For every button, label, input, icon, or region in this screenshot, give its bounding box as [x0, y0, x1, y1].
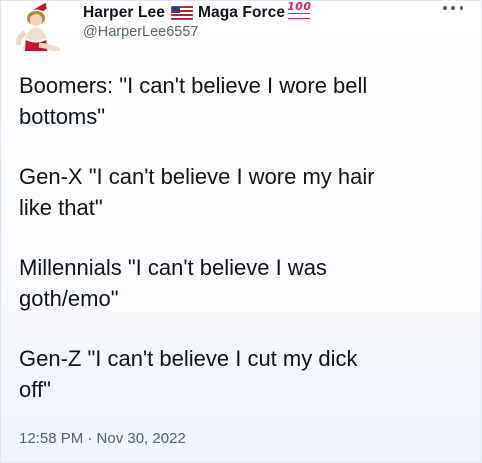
tweet-text: Boomers: "I can't believe I wore bell bo…: [19, 70, 474, 434]
avatar-image: [16, 3, 61, 51]
more-options-icon[interactable]: [443, 3, 463, 13]
hundred-points-icon: 100: [287, 1, 311, 19]
tweet-paragraph-genx: Gen-X "I can't believe I wore my hair li…: [19, 164, 375, 220]
hundred-points-text: 100: [287, 0, 312, 13]
tweet-timestamp[interactable]: 12:58 PM · Nov 30, 2022: [19, 430, 186, 447]
more-dot: [443, 6, 447, 10]
avatar[interactable]: [9, 1, 65, 51]
tweet-paragraph-genz: Gen-Z "I can't believe I cut my dick off…: [19, 346, 358, 402]
tweet-card: Harper Lee Maga Force 100 @HarperLee6557…: [0, 0, 482, 463]
author-handle[interactable]: @HarperLee6557: [83, 24, 199, 40]
more-dot: [459, 6, 463, 10]
us-flag-icon: [170, 5, 194, 21]
tweet-paragraph-boomers: Boomers: "I can't believe I wore bell bo…: [19, 73, 368, 129]
display-name-suffix[interactable]: Maga Force: [198, 4, 285, 22]
display-name[interactable]: Harper Lee: [83, 4, 165, 22]
tweet-paragraph-millennials: Millennials "I can't believe I was goth/…: [19, 255, 327, 311]
author-name-row[interactable]: Harper Lee Maga Force 100: [83, 1, 312, 23]
more-dot: [451, 6, 455, 10]
hundred-points-underline: [288, 13, 311, 19]
